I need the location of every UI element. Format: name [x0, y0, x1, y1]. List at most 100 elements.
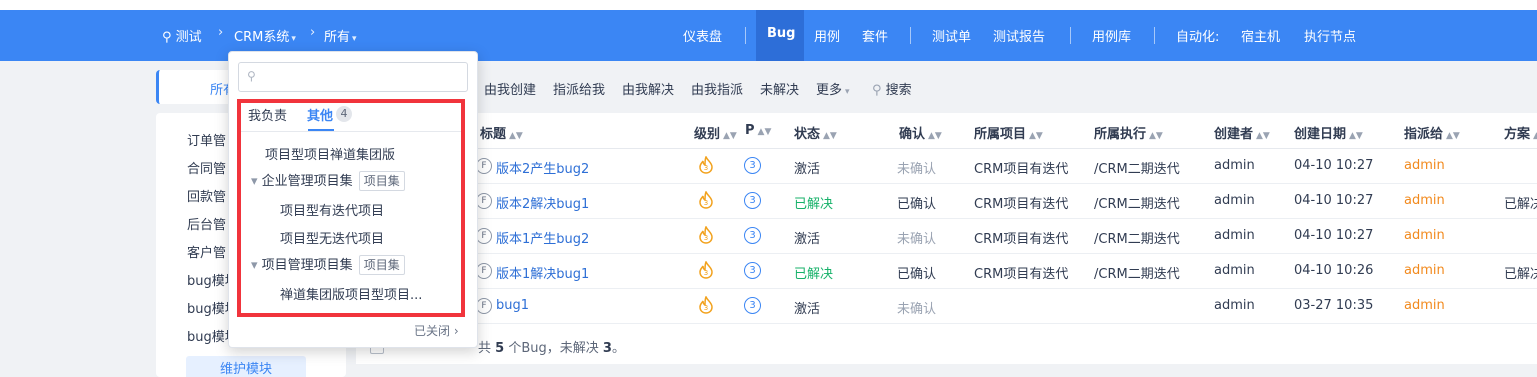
sort-icon: ▲▼ [1149, 131, 1163, 141]
bug-status: 已解决 [794, 267, 834, 282]
dropdown-closed-link[interactable]: 已关闭 › [414, 322, 459, 339]
sort-icon: ▲▼ [723, 131, 737, 141]
bug-execution: /CRM二期迭代 [1094, 267, 1180, 282]
bug-title-link[interactable]: bug1 [496, 298, 529, 313]
nav-exec-node[interactable]: 执行节点 [1304, 26, 1356, 45]
sort-icon: ▲▼ [1256, 131, 1270, 141]
breadcrumb-product-label: CRM系统 [234, 30, 290, 45]
bug-confirm: 未确认 [897, 162, 937, 177]
module-tree-item[interactable]: 回款管 [187, 186, 226, 205]
module-tree-item[interactable]: 合同管 [187, 158, 226, 177]
col-solution[interactable]: 方案▲▼ [1504, 123, 1537, 142]
maintain-module-button[interactable]: 维护模块 [186, 356, 306, 377]
breadcrumb-root-label: 测试 [175, 30, 202, 45]
col-creator-label: 创建者 [1214, 127, 1254, 142]
sort-icon: ▲▼ [1446, 131, 1460, 141]
svg-text:3: 3 [704, 164, 708, 172]
bug-assignee[interactable]: admin [1404, 228, 1445, 243]
nav-case[interactable]: 用例 [814, 26, 840, 45]
dropdown-search-input[interactable]: ⚲ [238, 62, 468, 92]
bug-project: CRM项目有迭代 [974, 267, 1069, 282]
bug-creator: admin [1214, 193, 1255, 208]
search-icon: ⚲ [872, 83, 882, 98]
nav-testtask[interactable]: 测试单 [932, 26, 971, 45]
bug-creator: admin [1214, 263, 1255, 278]
nav-divider [1154, 27, 1155, 44]
col-severity-label: 级别 [694, 127, 721, 142]
bug-execution: /CRM二期迭代 [1094, 162, 1180, 177]
breadcrumb-separator-icon: › [310, 25, 316, 40]
filter-created-by-me[interactable]: 由我创建 [484, 79, 536, 98]
bug-assignee[interactable]: admin [1404, 193, 1445, 208]
severity-flame-icon: 3 [699, 226, 713, 244]
col-confirm[interactable]: 确认 ▲▼ [899, 123, 942, 142]
closed-link-label: 已关闭 [414, 324, 451, 338]
bug-assignee[interactable]: admin [1404, 158, 1445, 173]
bug-solution: 已解决 [1504, 197, 1537, 212]
search-icon: ⚲ [247, 69, 256, 83]
col-severity[interactable]: 级别 ▲▼ [694, 123, 737, 142]
col-confirm-label: 确认 [899, 127, 926, 142]
col-title[interactable]: 标题 ▲▼ [480, 123, 523, 142]
svg-text:3: 3 [704, 269, 708, 277]
severity-flame-icon: 3 [699, 191, 713, 209]
nav-bug[interactable]: Bug [767, 26, 795, 41]
col-status[interactable]: 状态 ▲▼ [794, 123, 837, 142]
bug-confirm: 已确认 [897, 197, 937, 212]
col-created-date-label: 创建日期 [1294, 127, 1347, 142]
bug-created-date: 04-10 10:27 [1294, 193, 1374, 208]
module-tree-item[interactable]: 客户管 [187, 242, 226, 261]
bug-type-icon: F [476, 263, 492, 279]
col-execution[interactable]: 所属执行 ▲▼ [1094, 123, 1163, 142]
breadcrumb-product[interactable]: CRM系统 ▾ [234, 26, 296, 45]
module-tree-item[interactable]: 订单管 [187, 130, 226, 149]
col-project[interactable]: 所属项目 ▲▼ [974, 123, 1043, 142]
bug-assignee[interactable]: admin [1404, 298, 1445, 313]
filter-assigned-to-me[interactable]: 指派给我 [553, 79, 605, 98]
svg-text:3: 3 [704, 199, 708, 207]
bug-confirm: 未确认 [897, 232, 937, 247]
breadcrumb-branch[interactable]: 所有 ▾ [324, 26, 357, 45]
table-summary: 共 5 个Bug，未解决 3。 [478, 337, 625, 356]
bug-status: 激活 [794, 162, 821, 177]
nav-caselib[interactable]: 用例库 [1092, 26, 1131, 45]
sort-icon: ▲▼ [1349, 131, 1363, 141]
bug-created-date: 04-10 10:27 [1294, 228, 1374, 243]
bug-title-link[interactable]: 版本1产生bug2 [496, 228, 589, 247]
nav-testreport[interactable]: 测试报告 [993, 26, 1045, 45]
summary-prefix: 共 [478, 341, 492, 356]
nav-suite[interactable]: 套件 [862, 26, 888, 45]
col-priority[interactable]: P ▲▼ [745, 123, 771, 138]
filter-unresolved[interactable]: 未解决 [760, 79, 799, 98]
priority-badge: 3 [744, 262, 761, 279]
bug-assignee[interactable]: admin [1404, 263, 1445, 278]
caret-down-icon: ▾ [291, 34, 296, 44]
summary-suffix: 。 [611, 341, 625, 356]
filter-more[interactable]: 更多 ▾ [816, 79, 850, 98]
row-divider [356, 218, 1537, 219]
bug-title-link[interactable]: 版本2解决bug1 [496, 193, 589, 212]
breadcrumb-branch-label: 所有 [324, 30, 351, 45]
filter-search[interactable]: ⚲ 搜索 [872, 79, 912, 98]
filter-resolved-by-me[interactable]: 由我解决 [622, 79, 674, 98]
bug-solution: 已解决 [1504, 267, 1537, 282]
col-title-label: 标题 [480, 127, 507, 142]
filter-assigned-by-me[interactable]: 由我指派 [691, 79, 743, 98]
col-solution-label: 方案 [1504, 127, 1531, 142]
annotation-highlight-box [237, 99, 465, 317]
module-tree-item[interactable]: 后台管 [187, 214, 226, 233]
nav-automation-label: 自动化: [1176, 30, 1220, 45]
col-assignee[interactable]: 指派给 ▲▼ [1404, 123, 1460, 142]
breadcrumb-root[interactable]: ⚲ 测试 [162, 26, 202, 45]
nav-host[interactable]: 宿主机 [1241, 26, 1280, 45]
col-created-date[interactable]: 创建日期 ▲▼ [1294, 123, 1363, 142]
bug-status: 激活 [794, 232, 821, 247]
svg-text:3: 3 [704, 234, 708, 242]
col-creator[interactable]: 创建者 ▲▼ [1214, 123, 1270, 142]
row-divider [356, 183, 1537, 184]
col-project-label: 所属项目 [974, 127, 1027, 142]
bug-title-link[interactable]: 版本1解决bug1 [496, 263, 589, 282]
nav-dashboard[interactable]: 仪表盘 [683, 26, 722, 45]
bug-confirm: 未确认 [897, 302, 937, 317]
bug-title-link[interactable]: 版本2产生bug2 [496, 158, 589, 177]
